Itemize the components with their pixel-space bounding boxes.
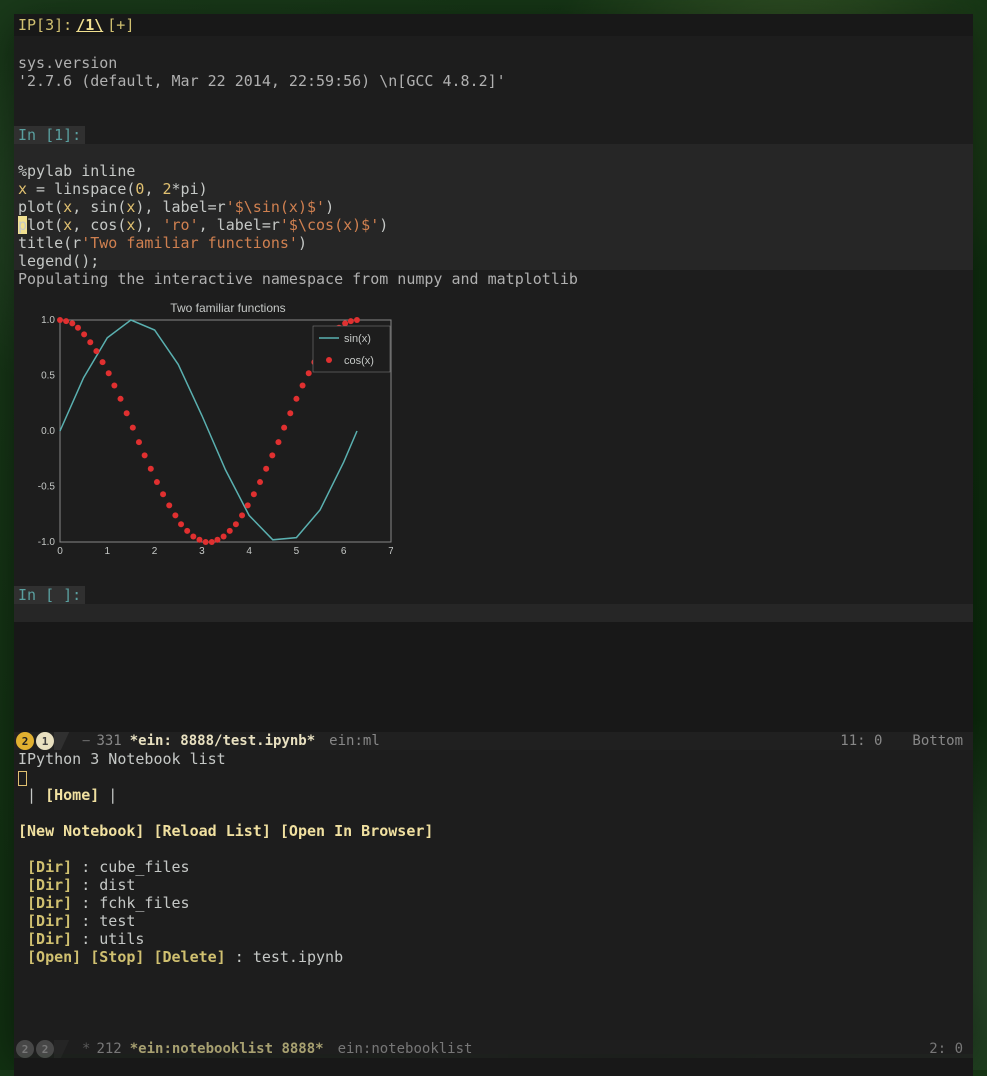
mode-line: 2 1 − 331 *ein: 8888/test.ipynb* ein:ml … [14, 732, 973, 750]
svg-text:0: 0 [57, 546, 63, 557]
cell-output-sysversion: sys.version '2.7.6 (default, Mar 22 2014… [14, 36, 973, 108]
stop-file-button[interactable]: [Stop] [90, 948, 144, 966]
tab-prefix: IP[3]: [18, 16, 72, 34]
svg-text:-0.5: -0.5 [38, 482, 56, 493]
minibuffer[interactable] [14, 1058, 973, 1076]
svg-text:3: 3 [199, 546, 205, 557]
svg-text:0.5: 0.5 [41, 371, 55, 382]
line-number: 212 [96, 1041, 121, 1057]
code-line: plot(x, cos(x), 'ro', label=r'$\cos(x)$'… [18, 216, 388, 234]
major-mode: ein:ml [315, 733, 380, 749]
file-name: test.ipynb [253, 948, 343, 966]
list-item[interactable]: [Dir] : fchk_files [18, 894, 969, 912]
cursor-pos: 2: 0 [929, 1041, 963, 1057]
svg-text:2: 2 [152, 546, 158, 557]
svg-text:1: 1 [105, 546, 111, 557]
svg-text:1.0: 1.0 [41, 315, 55, 326]
workspace-badge[interactable]: 2 [16, 732, 34, 750]
code-line: legend(); [18, 252, 99, 270]
major-mode: ein:notebooklist [324, 1041, 473, 1057]
legend-entry: sin(x) [344, 333, 371, 345]
cursor-icon: p [18, 216, 27, 234]
cell-stdout: Populating the interactive namespace fro… [14, 270, 973, 288]
notebook-list-pane: IPython 3 Notebook list | [Home] | [New … [14, 750, 973, 1040]
output-line: '2.7.6 (default, Mar 22 2014, 22:59:56) … [18, 72, 506, 90]
line-number: 331 [96, 733, 121, 749]
cell-input-prompt: In [ ]: [14, 586, 85, 604]
empty-cell[interactable] [14, 604, 973, 622]
cell-code[interactable]: %pylab inline x = linspace(0, 2*pi) plot… [14, 144, 973, 270]
legend-entry: cos(x) [344, 355, 374, 367]
home-button[interactable]: [Home] [45, 786, 99, 804]
tab-add-icon[interactable]: [+] [107, 16, 134, 34]
code-line: %pylab inline [18, 162, 135, 180]
svg-text:7: 7 [388, 546, 393, 557]
cursor-pos: 11: 0 [840, 733, 882, 749]
delete-file-button[interactable]: [Delete] [153, 948, 225, 966]
tab-bar: IP[3]: /1\ [+] [14, 14, 973, 36]
workspace-badge[interactable]: 2 [16, 1040, 34, 1058]
svg-text:4: 4 [246, 546, 252, 557]
buffer-name: *ein: 8888/test.ipynb* [130, 733, 315, 749]
open-file-button[interactable]: [Open] [27, 948, 81, 966]
list-item[interactable]: [Dir] : cube_files [18, 858, 969, 876]
mode-line: 2 2 * 212 *ein:notebooklist 8888* ein:no… [14, 1040, 973, 1058]
plot-figure: Two familiar functions -1.0 -0.5 0.0 0.5 1.0… [18, 298, 393, 558]
code-line: x = linspace(0, 2*pi) [18, 180, 208, 198]
list-item[interactable]: [Dir] : test [18, 912, 969, 930]
svg-text:0.0: 0.0 [41, 426, 55, 437]
output-line: sys.version [18, 54, 117, 72]
code-line: title(r'Two familiar functions') [18, 234, 307, 252]
svg-text:5: 5 [294, 546, 300, 557]
svg-text:6: 6 [341, 546, 347, 557]
list-item[interactable]: [Dir] : dist [18, 876, 969, 894]
cursor-icon [18, 771, 27, 786]
chart-title: Two familiar functions [170, 301, 285, 315]
nb-list-title: IPython 3 Notebook list [18, 750, 969, 768]
new-notebook-button[interactable]: [New Notebook] [18, 822, 144, 840]
cell-input-prompt: In [1]: [14, 126, 85, 144]
window-badge[interactable]: 1 [36, 732, 54, 750]
window-badge[interactable]: 2 [36, 1040, 54, 1058]
scroll-pos: Bottom [912, 733, 963, 749]
open-browser-button[interactable]: [Open In Browser] [280, 822, 434, 840]
svg-text:-1.0: -1.0 [38, 537, 56, 548]
code-line: plot(x, sin(x), label=r'$\sin(x)$') [18, 198, 334, 216]
notebook-pane: sys.version '2.7.6 (default, Mar 22 2014… [14, 36, 973, 732]
buffer-name: *ein:notebooklist 8888* [130, 1041, 324, 1057]
reload-list-button[interactable]: [Reload List] [153, 822, 270, 840]
list-item[interactable]: [Dir] : utils [18, 930, 969, 948]
breadcrumb: | [Home] | [18, 786, 969, 804]
chart-output: Two familiar functions -1.0 -0.5 0.0 0.5 1.0… [14, 288, 973, 572]
tab-current[interactable]: /1\ [76, 16, 103, 34]
